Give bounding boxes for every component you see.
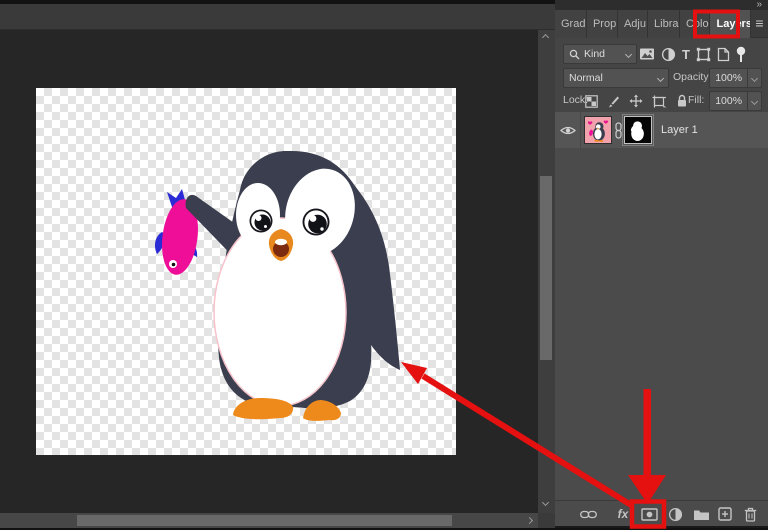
- options-bar: [0, 4, 555, 30]
- horizontal-scroll-thumb[interactable]: [77, 515, 452, 526]
- horizontal-scrollbar[interactable]: [0, 513, 538, 528]
- filter-smart-objects-icon[interactable]: [717, 47, 730, 62]
- blend-mode-value: Normal: [569, 72, 603, 84]
- scroll-up-icon[interactable]: [542, 34, 549, 41]
- tab-gradients[interactable]: Grad: [555, 10, 587, 38]
- layer-thumbnail[interactable]: [584, 116, 612, 144]
- tab-color[interactable]: Colo: [680, 10, 711, 38]
- filter-toggle-icon[interactable]: [736, 46, 746, 63]
- layers-list-empty-area: [555, 148, 768, 500]
- search-icon: [569, 49, 580, 60]
- opacity-dropdown[interactable]: [747, 69, 761, 87]
- opacity-value: 100%: [710, 72, 747, 84]
- fill-dropdown[interactable]: [747, 92, 761, 110]
- link-layers-icon[interactable]: [579, 501, 597, 527]
- lock-row: Lock: Fill: 100%: [555, 90, 768, 112]
- tab-layers[interactable]: Layers: [710, 10, 750, 38]
- scroll-right-icon[interactable]: [526, 517, 533, 524]
- panel-menu-icon[interactable]: ≡: [751, 10, 768, 37]
- eye-icon[interactable]: [560, 125, 576, 136]
- opacity-field[interactable]: 100%: [709, 68, 762, 88]
- chevron-down-icon: [625, 50, 632, 57]
- blend-mode-select[interactable]: Normal: [563, 68, 669, 88]
- filter-pixel-layers-icon[interactable]: [639, 47, 655, 61]
- opacity-label: Opacity:: [673, 71, 712, 83]
- lock-all-icon[interactable]: [676, 94, 688, 108]
- new-layer-icon[interactable]: [716, 501, 734, 527]
- filter-type-layers-icon[interactable]: T: [682, 47, 690, 62]
- document-canvas[interactable]: [36, 88, 456, 455]
- tab-libraries[interactable]: Libra: [648, 10, 680, 38]
- lock-transparency-icon[interactable]: [585, 95, 598, 108]
- fill-label: Fill:: [688, 94, 704, 106]
- layers-panel: » Grad Prop Adju Libra Colo Layers ≡ Kin…: [555, 0, 768, 530]
- vertical-scrollbar[interactable]: [538, 30, 555, 513]
- layer-visibility-cell[interactable]: [555, 112, 581, 148]
- filter-kind-select[interactable]: Kind: [563, 44, 637, 64]
- photoshop-window: » Grad Prop Adju Libra Colo Layers ≡ Kin…: [0, 0, 768, 530]
- canvas-area[interactable]: [0, 30, 538, 513]
- layers-panel-bottom-bar: fx: [555, 500, 768, 526]
- add-layer-mask-icon[interactable]: [639, 501, 659, 527]
- layer-mask-thumbnail[interactable]: [624, 116, 652, 144]
- mask-link-icon[interactable]: [612, 122, 624, 139]
- lock-artboard-icon[interactable]: [652, 95, 667, 108]
- scrollbar-corner: [538, 513, 555, 528]
- filter-adjustment-layers-icon[interactable]: [661, 47, 676, 62]
- expand-panels-icon[interactable]: »: [756, 0, 762, 10]
- layer-effects-icon[interactable]: fx: [613, 501, 633, 527]
- lock-position-icon[interactable]: [629, 94, 643, 108]
- blend-mode-row: Normal Opacity: 100%: [555, 66, 768, 90]
- tab-adjustments[interactable]: Adju: [618, 10, 648, 38]
- tab-properties[interactable]: Prop: [587, 10, 618, 38]
- panel-tab-strip: Grad Prop Adju Libra Colo Layers ≡: [555, 10, 768, 38]
- lock-pixels-icon[interactable]: [607, 95, 620, 108]
- filter-shape-layers-icon[interactable]: [696, 47, 711, 62]
- fill-field[interactable]: 100%: [709, 91, 762, 111]
- penguin-artwork: [36, 88, 456, 455]
- chevron-down-icon: [657, 74, 664, 81]
- new-group-icon[interactable]: [691, 501, 711, 527]
- scroll-down-icon[interactable]: [542, 499, 549, 506]
- fill-value: 100%: [710, 95, 747, 107]
- layer-row-layer1[interactable]: Layer 1: [555, 112, 768, 148]
- filter-kind-value: Kind: [584, 48, 605, 60]
- delete-layer-icon[interactable]: [741, 501, 759, 527]
- layer-name[interactable]: Layer 1: [661, 124, 698, 136]
- layer-filter-row: Kind T: [555, 42, 768, 66]
- vertical-scroll-thumb[interactable]: [540, 176, 552, 360]
- new-adjustment-layer-icon[interactable]: [666, 501, 684, 527]
- panel-dock-header: »: [555, 0, 768, 10]
